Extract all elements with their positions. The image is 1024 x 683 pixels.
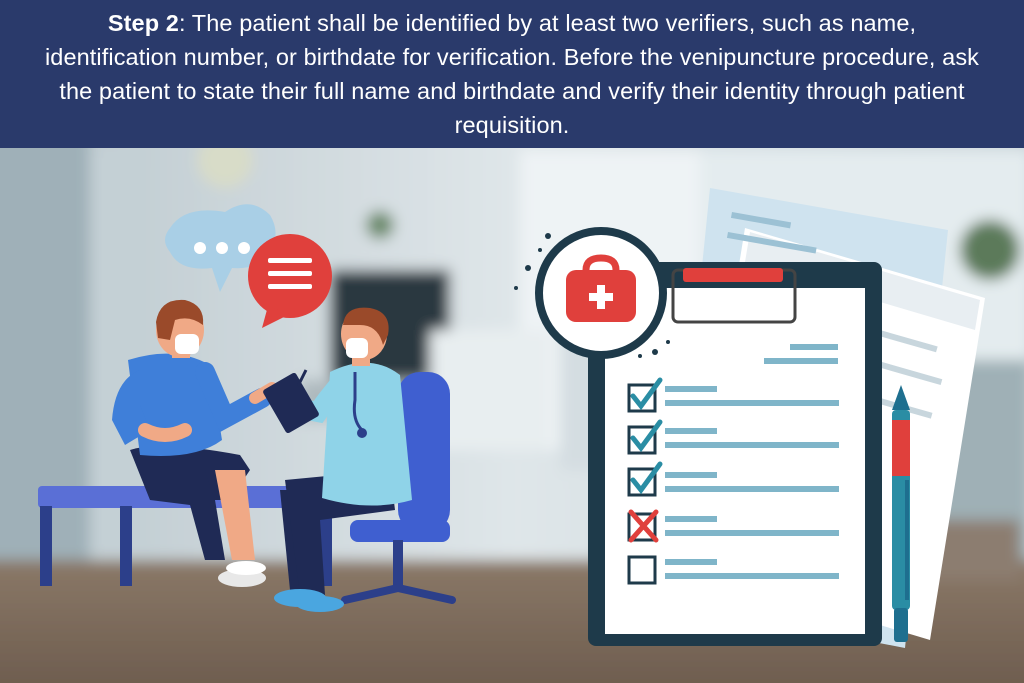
slide: Step 2: The patient shall be identified … bbox=[0, 0, 1024, 683]
instruction-banner: Step 2: The patient shall be identified … bbox=[0, 0, 1024, 148]
patient-figure bbox=[112, 299, 278, 587]
step-label: Step 2 bbox=[107, 9, 179, 36]
speech-bubble-lines-icon bbox=[248, 234, 332, 328]
instruction-text: Step 2: The patient shall be identified … bbox=[40, 6, 984, 142]
doctor-figure bbox=[274, 307, 412, 612]
doctor-clipboard bbox=[263, 369, 319, 434]
medical-bag-icon bbox=[514, 227, 670, 359]
step-description: : The patient shall be identified by at … bbox=[44, 9, 980, 139]
pen-icon bbox=[892, 385, 910, 642]
